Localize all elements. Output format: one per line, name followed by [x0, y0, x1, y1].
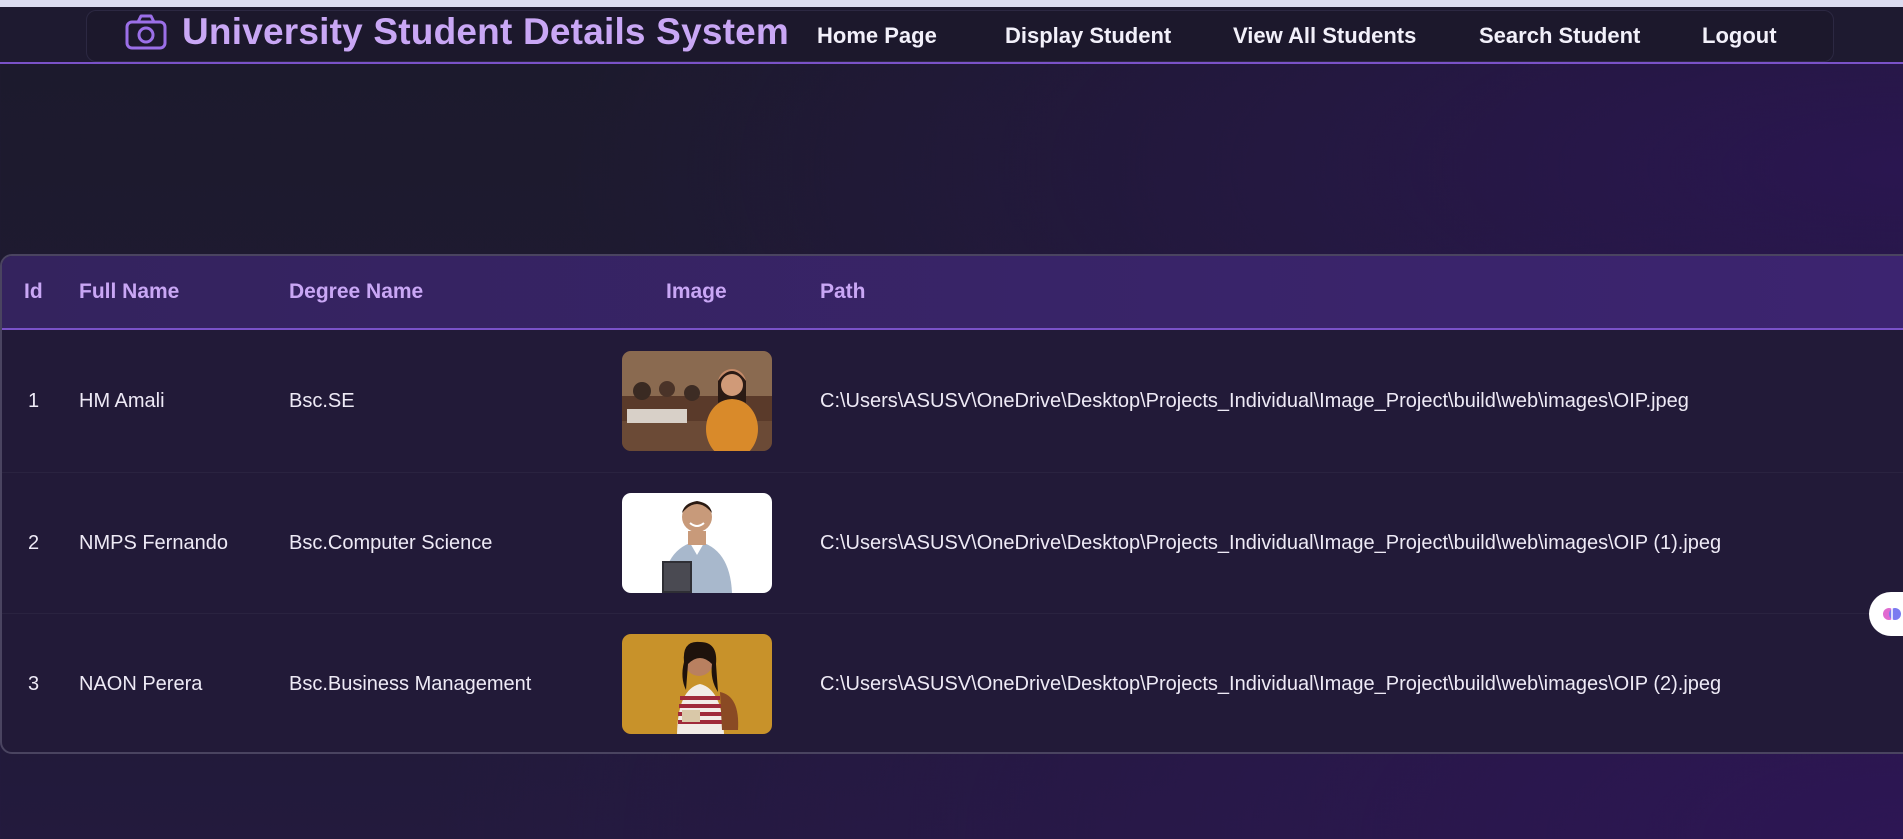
- table-header-row: Id Full Name Degree Name Image Path: [2, 256, 1903, 330]
- cell-full-name: HM Amali: [79, 390, 165, 412]
- browser-top-strip: [0, 0, 1903, 7]
- cell-degree-name: Bsc.Business Management: [289, 673, 532, 695]
- nav-display-student[interactable]: Display Student: [1005, 23, 1171, 49]
- nav-logout[interactable]: Logout: [1702, 23, 1777, 49]
- column-header-degree-name: Degree Name: [289, 280, 424, 303]
- cell-id: 1: [28, 390, 40, 412]
- cell-id: 3: [28, 673, 40, 695]
- cell-path: C:\Users\ASUSV\OneDrive\Desktop\Projects…: [820, 673, 1722, 695]
- cell-id: 2: [28, 532, 40, 554]
- cell-degree-name: Bsc.Computer Science: [289, 532, 493, 554]
- column-header-id: Id: [24, 280, 43, 303]
- nav-search-student[interactable]: Search Student: [1479, 23, 1640, 49]
- main-nav: Home Page Display Student View All Stude…: [0, 7, 1903, 64]
- brain-icon: [1883, 608, 1901, 620]
- cell-full-name: NMPS Fernando: [79, 532, 228, 554]
- nav-home-page[interactable]: Home Page: [817, 23, 937, 49]
- cell-degree-name: Bsc.SE: [289, 390, 355, 412]
- table-row: 2 NMPS Fernando Bsc.Computer Science C:\…: [2, 472, 1903, 613]
- table-row: 1 HM Amali Bsc.SE C:\Users\ASUSV\OneDriv…: [2, 331, 1903, 472]
- column-header-path: Path: [820, 280, 866, 303]
- student-photo: [622, 493, 772, 593]
- column-header-image: Image: [666, 280, 727, 303]
- cell-full-name: NAON Perera: [79, 673, 203, 695]
- cell-path: C:\Users\ASUSV\OneDrive\Desktop\Projects…: [820, 390, 1689, 412]
- table-row: 3 NAON Perera Bsc.Business Management C:…: [2, 613, 1903, 752]
- students-table: Id Full Name Degree Name Image Path 1 HM…: [0, 254, 1903, 754]
- student-photo: [622, 634, 772, 734]
- nav-view-all-students[interactable]: View All Students: [1233, 23, 1416, 49]
- cell-path: C:\Users\ASUSV\OneDrive\Desktop\Projects…: [820, 532, 1722, 554]
- student-photo: [622, 351, 772, 451]
- column-header-full-name: Full Name: [79, 280, 180, 303]
